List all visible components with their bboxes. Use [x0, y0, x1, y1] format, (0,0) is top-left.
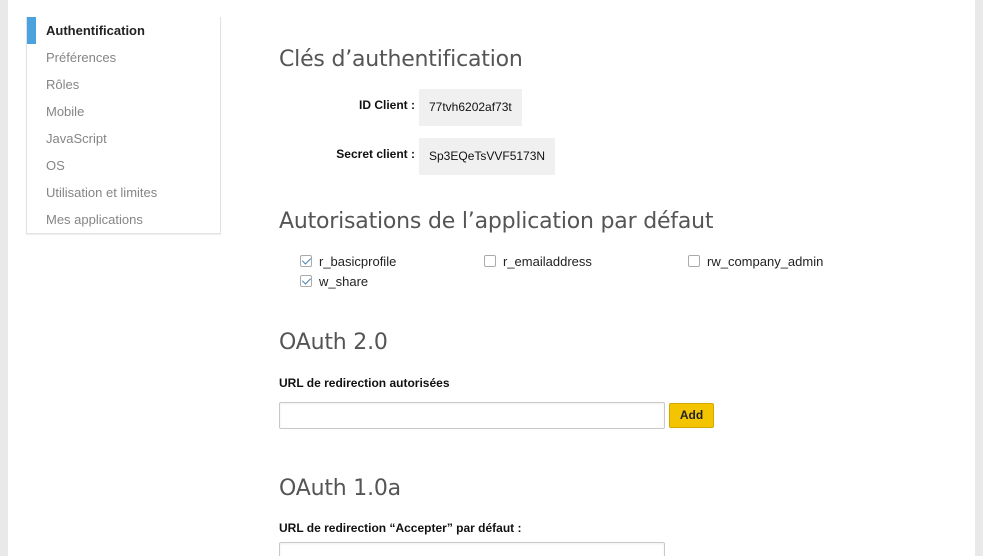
checkbox-unchecked-icon[interactable] — [688, 255, 700, 267]
sidebar-item-label: JavaScript — [46, 131, 107, 146]
oauth1-redirect-label: URL de redirection “Accepter” par défaut… — [279, 521, 522, 535]
permission-label: rw_company_admin — [707, 254, 824, 269]
client-secret-label: Secret client : — [336, 147, 415, 161]
sidebar-item-label: Mobile — [46, 104, 85, 119]
permission-label: r_emailaddress — [503, 254, 592, 269]
permission-rw-company-admin[interactable]: rw_company_admin — [688, 254, 823, 270]
permission-label: w_share — [319, 274, 369, 289]
sidebar-item-label: Utilisation et limites — [46, 185, 158, 200]
client-secret-value: Sp3EQeTsVVF5173N — [419, 138, 556, 175]
sidebar-item-preferences[interactable]: Préférences — [27, 44, 220, 71]
page: Authentification Préférences Rôles Mobil… — [8, 0, 975, 556]
checkbox-unchecked-icon[interactable] — [484, 255, 496, 267]
add-redirect-button[interactable]: Add — [669, 403, 714, 428]
checkbox-checked-icon[interactable] — [300, 255, 312, 267]
sidebar-item-roles[interactable]: Rôles — [27, 71, 220, 98]
sidebar-nav: Authentification Préférences Rôles Mobil… — [26, 17, 221, 234]
oauth2-title: OAuth 2.0 — [279, 330, 388, 355]
permissions-title: Autorisations de l’application par défau… — [279, 209, 714, 234]
sidebar-item-mobile[interactable]: Mobile — [27, 98, 220, 125]
oauth2-redirect-input[interactable] — [279, 402, 665, 429]
sidebar-item-usage-limits[interactable]: Utilisation et limites — [27, 179, 220, 206]
sidebar-item-javascript[interactable]: JavaScript — [27, 125, 220, 152]
client-id-label: ID Client : — [359, 98, 415, 112]
oauth1-title: OAuth 1.0a — [279, 476, 401, 501]
sidebar-item-label: Authentification — [46, 23, 145, 38]
client-id-value: 77tvh6202af73t — [419, 89, 522, 126]
permission-label: r_basicprofile — [319, 254, 397, 269]
sidebar-item-os[interactable]: OS — [27, 152, 220, 179]
checkbox-checked-icon[interactable] — [300, 275, 312, 287]
oauth2-redirect-label: URL de redirection autorisées — [279, 376, 450, 390]
permission-w-share[interactable]: w_share — [300, 274, 368, 290]
sidebar-item-label: Mes applications — [46, 212, 143, 227]
sidebar-item-my-apps[interactable]: Mes applications — [27, 206, 220, 233]
permission-r-basicprofile[interactable]: r_basicprofile — [300, 254, 396, 270]
sidebar-item-label: Rôles — [46, 77, 80, 92]
auth-keys-title: Clés d’authentification — [279, 47, 523, 72]
sidebar-item-label: Préférences — [46, 50, 117, 65]
oauth1-redirect-input[interactable] — [279, 542, 665, 556]
sidebar-item-authentification[interactable]: Authentification — [27, 17, 220, 44]
permission-r-emailaddress[interactable]: r_emailaddress — [484, 254, 592, 270]
sidebar-item-label: OS — [46, 158, 65, 173]
